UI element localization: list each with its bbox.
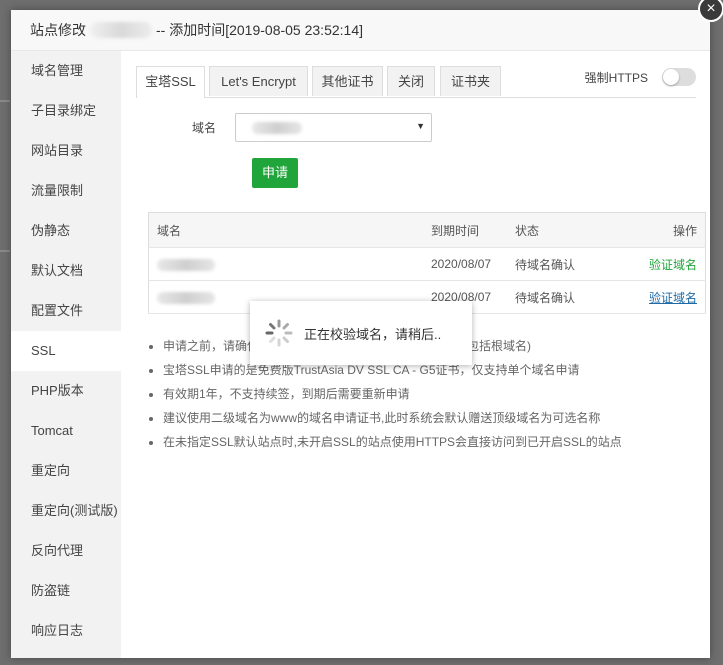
caret-down-icon: ▼ <box>416 121 426 131</box>
force-https-label: 强制HTTPS <box>584 70 648 85</box>
toggle-knob <box>663 69 679 85</box>
sidebar-item-response-log[interactable]: 响应日志 <box>11 611 121 651</box>
table-header-row: 域名 到期时间 状态 操作 <box>148 212 706 248</box>
force-https-toggle[interactable] <box>662 68 696 86</box>
dialog-title-suffix: -- 添加时间[2019-08-05 23:52:14] <box>156 22 363 38</box>
sidebar-item-tomcat[interactable]: Tomcat <box>11 411 121 451</box>
ssl-tabs: 宝塔SSL Let's Encrypt 其他证书 关闭 证书夹 强制HTTPS <box>136 66 696 98</box>
sidebar-item-domains[interactable]: 域名管理 <box>11 51 121 91</box>
sidebar-item-ssl[interactable]: SSL <box>11 331 121 371</box>
sidebar-item-subdir-binding[interactable]: 子目录绑定 <box>11 91 121 131</box>
domain-label: 域名 <box>192 121 217 135</box>
sidebar-item-redirect[interactable]: 重定向 <box>11 451 121 491</box>
sidebar-item-site-directory[interactable]: 网站目录 <box>11 131 121 171</box>
redacted-domain <box>157 291 215 304</box>
loading-message: 正在校验域名，请稍后.. <box>304 326 442 342</box>
background-divider <box>0 100 10 102</box>
sidebar-item-traffic-limit[interactable]: 流量限制 <box>11 171 121 211</box>
cell-status: 待域名确认 <box>507 280 615 314</box>
cell-status: 待域名确认 <box>507 247 615 281</box>
sidebar-item-rewrite[interactable]: 伪静态 <box>11 211 121 251</box>
header-action: 操作 <box>614 212 706 248</box>
cell-action: 验证域名 <box>614 280 706 314</box>
force-https-control: 强制HTTPS <box>585 68 696 86</box>
domain-select[interactable]: ▼ <box>235 113 433 142</box>
redacted-domain <box>157 258 215 271</box>
dialog-header: 站点修改 -- 添加时间[2019-08-05 23:52:14] <box>11 10 710 51</box>
loading-spinner-icon <box>265 319 293 347</box>
tab-other-cert[interactable]: 其他证书 <box>312 66 383 96</box>
settings-sidebar: 域名管理 子目录绑定 网站目录 流量限制 伪静态 默认文档 配置文件 SSL P… <box>11 51 121 658</box>
verify-domain-link[interactable]: 验证域名 <box>649 258 697 272</box>
tab-cert-folder[interactable]: 证书夹 <box>440 66 501 96</box>
header-status: 状态 <box>507 212 615 248</box>
sidebar-item-config-file[interactable]: 配置文件 <box>11 291 121 331</box>
dialog-title-prefix: 站点修改 <box>30 22 86 38</box>
apply-button[interactable]: 申请 <box>252 158 298 188</box>
tab-baota-ssl[interactable]: 宝塔SSL <box>136 66 205 98</box>
background-divider <box>0 250 10 252</box>
header-domain: 域名 <box>148 212 423 248</box>
redacted-domain <box>252 122 303 134</box>
tab-close-ssl[interactable]: 关闭 <box>387 66 435 96</box>
cert-table: 域名 到期时间 状态 操作 2020/08/07 待域名确认 验证域名 2020… <box>148 212 706 314</box>
sidebar-item-reverse-proxy[interactable]: 反向代理 <box>11 531 121 571</box>
cell-action: 验证域名 <box>614 247 706 281</box>
header-expiry: 到期时间 <box>423 212 507 248</box>
cell-expiry: 2020/08/07 <box>423 247 507 281</box>
cell-domain <box>148 247 423 281</box>
note-item: 在未指定SSL默认站点时,未开启SSL的站点使用HTTPS会直接访问到已开启SS… <box>163 430 622 454</box>
tab-lets-encrypt[interactable]: Let's Encrypt <box>209 66 308 96</box>
sidebar-item-hotlink-protection[interactable]: 防盗链 <box>11 571 121 611</box>
redacted-site-name <box>90 22 152 38</box>
note-item: 有效期1年，不支持续签，到期后需要重新申请 <box>163 382 622 406</box>
note-item: 建议使用二级域名为www的域名申请证书,此时系统会默认赠送顶级域名为可选名称 <box>163 406 622 430</box>
table-row: 2020/08/07 待域名确认 验证域名 <box>148 247 706 281</box>
sidebar-item-redirect-beta[interactable]: 重定向(测试版) <box>11 491 121 531</box>
sidebar-item-default-doc[interactable]: 默认文档 <box>11 251 121 291</box>
loading-toast: 正在校验域名，请稍后.. <box>250 301 472 365</box>
close-icon[interactable]: × <box>698 0 723 22</box>
sidebar-item-php-version[interactable]: PHP版本 <box>11 371 121 411</box>
verify-domain-link[interactable]: 验证域名 <box>649 291 697 305</box>
domain-row: 域名 ▼ <box>192 113 433 142</box>
